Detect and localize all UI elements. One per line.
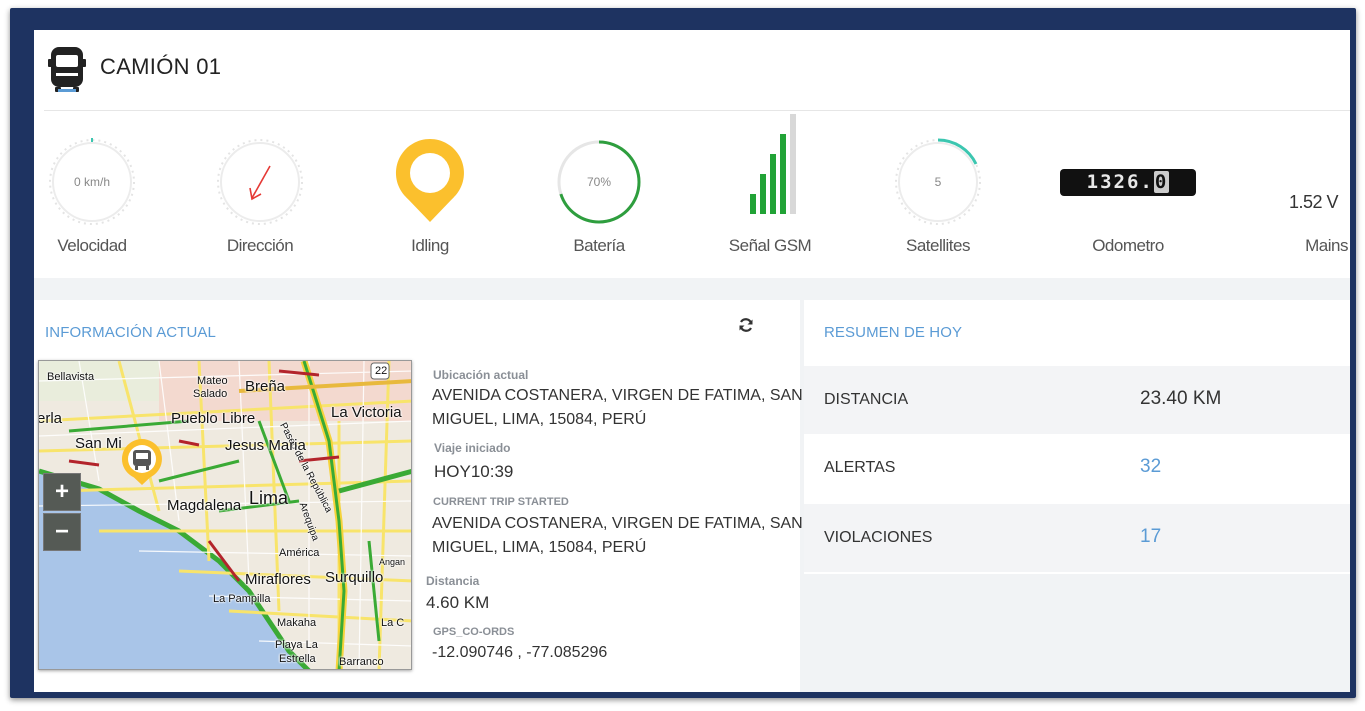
map-view[interactable]: Bellavista Mateo Salado Breña 22 erla Pu… (38, 360, 412, 670)
satellites-gauge: 5 Satellites (878, 112, 998, 278)
summary-row-label: ALERTAS (824, 459, 896, 476)
map-label-bellavista: Bellavista (47, 371, 95, 383)
map-label-erla: erla (38, 410, 63, 427)
satellites-label: Satellites (906, 236, 970, 255)
map-label-route: 22 (375, 365, 388, 377)
map-label-america: América (279, 547, 320, 559)
speed-gauge: 0 km/h Velocidad (34, 112, 152, 278)
battery-value: 70% (586, 175, 612, 189)
map-label-la-victoria: La Victoria (331, 404, 402, 421)
map-pin-icon (395, 139, 464, 222)
vehicle-title: CAMIÓN 01 (100, 54, 222, 79)
battery-label: Batería (573, 236, 625, 255)
summary-row: ALERTAS 32 (804, 434, 1350, 502)
map-label-la-pampilla: La Pampilla (213, 593, 271, 605)
current-trip-line1: AVENIDA COSTANERA, VIRGEN DE FATIMA, SAN (432, 515, 803, 532)
map-label-makaha: Makaha (277, 617, 317, 629)
map-label-estrella: Estrella (279, 653, 316, 665)
map-label-mateo: Mateo (197, 375, 228, 387)
trip-started-label: Viaje iniciado (434, 441, 511, 455)
signal-bar (790, 114, 796, 214)
battery-gauge: 70% Batería (539, 112, 659, 278)
summary-row-label: DISTANCIA (824, 391, 909, 408)
signal-bar (780, 134, 786, 214)
map-label-miraflores: Miraflores (245, 571, 311, 588)
dashboard: CAMIÓN 01 0 km/h Velocidad Dirección Idl… (34, 30, 1350, 692)
map-label-san-mi: San Mi (75, 435, 122, 452)
map-label-surquillo: Surquillo (325, 569, 384, 586)
location-line1: AVENIDA COSTANERA, VIRGEN DE FATIMA, SAN (432, 387, 803, 404)
signal-icon (750, 114, 796, 214)
map-label-salado: Salado (193, 388, 228, 400)
vehicle-header: CAMIÓN 01 (34, 30, 1350, 112)
status-gauge: Idling (370, 112, 490, 278)
map-label-angan: Angan (379, 557, 406, 567)
violations-link[interactable]: 17 (1140, 526, 1161, 548)
signal-bar (770, 154, 776, 214)
trip-started-value: HOY10:39 (434, 462, 514, 481)
zoom-out-button[interactable]: − (43, 513, 81, 551)
current-trip-line2: MIGUEL, LIMA, 15084, PERÚ (432, 539, 647, 556)
map-label-lima: Lima (249, 488, 289, 508)
location-line2: MIGUEL, LIMA, 15084, PERÚ (432, 411, 647, 428)
summary-title: RESUMEN DE HOY (824, 324, 963, 341)
current-info-title: INFORMACIÓN ACTUAL (45, 324, 216, 341)
gps-value: -12.090746 , -77.085296 (432, 644, 608, 661)
summary-row-label: VIOLACIONES (824, 529, 933, 546)
refresh-icon[interactable] (737, 316, 755, 334)
summary-row: VIOLACIONES 17 (804, 504, 1350, 572)
map-label-magdalena: Magdalena (167, 497, 242, 514)
mains-label: Mains (1305, 236, 1348, 255)
distance-label: Distancia (426, 574, 480, 588)
header-divider (44, 110, 1350, 111)
odometer-label: Odometro (1092, 236, 1164, 255)
satellites-value: 5 (934, 175, 942, 189)
signal-bar (750, 194, 756, 214)
status-label: Idling (411, 236, 449, 255)
speed-label: Velocidad (57, 236, 127, 255)
direction-label: Dirección (226, 236, 294, 255)
summary-row-value: 23.40 KM (1140, 388, 1222, 409)
truck-icon (48, 47, 86, 92)
mains-gauge: Mains (1256, 112, 1350, 278)
map-label-jesus-maria: Jesus Maria (225, 437, 306, 454)
gsm-label: Señal GSM (728, 236, 812, 255)
gps-label: GPS_CO-ORDS (433, 626, 515, 638)
window-frame: CAMIÓN 01 0 km/h Velocidad Dirección Idl… (10, 8, 1356, 698)
current-trip-label: CURRENT TRIP STARTED (433, 496, 569, 508)
gsm-gauge: Señal GSM (710, 112, 830, 278)
summary-row: DISTANCIA 23.40 KM (804, 366, 1350, 434)
distance-value: 4.60 KM (426, 593, 490, 612)
current-info-panel: INFORMACIÓN ACTUAL Bellavista Mateo Sala… (34, 300, 803, 692)
map-label-pueblo-libre: Pueblo Libre (171, 410, 256, 427)
direction-gauge: Dirección (200, 112, 320, 278)
signal-bar (760, 174, 766, 214)
map-label-playa-la: Playa La (275, 639, 318, 651)
alerts-link[interactable]: 32 (1140, 456, 1161, 478)
odometer-gauge: Odometro (1068, 112, 1188, 278)
map-label-la-c: La C (381, 617, 405, 629)
summary-panel: RESUMEN DE HOY DISTANCIA 23.40 KM ALERTA… (804, 300, 1350, 574)
map-label-barranco: Barranco (339, 656, 384, 668)
speed-value: 0 km/h (73, 175, 110, 189)
zoom-in-button[interactable]: + (43, 473, 81, 511)
location-label: Ubicación actual (433, 368, 529, 382)
gauges-row: 0 km/h Velocidad Dirección Idling 70% Ba… (34, 112, 1350, 278)
map-label-brena: Breña (245, 378, 286, 395)
